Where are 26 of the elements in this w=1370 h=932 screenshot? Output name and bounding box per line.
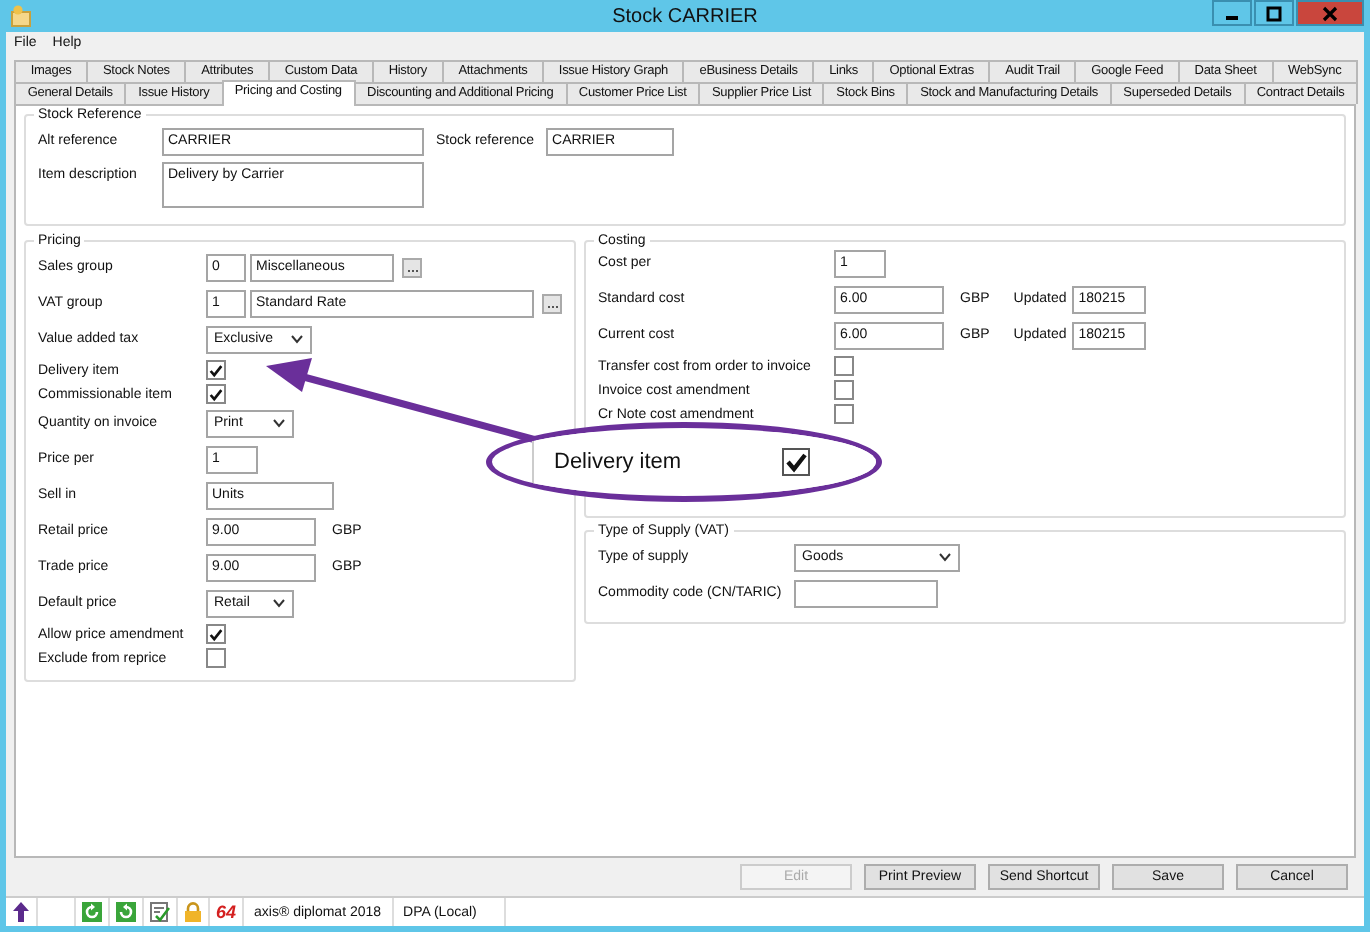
checkbox[interactable] bbox=[206, 624, 226, 644]
close-icon bbox=[1322, 5, 1338, 21]
browse-button[interactable] bbox=[402, 257, 422, 277]
checkbox[interactable] bbox=[206, 360, 226, 380]
maximize-button[interactable] bbox=[1254, 0, 1294, 26]
app-icon bbox=[10, 4, 34, 28]
chevron-down-icon bbox=[289, 334, 304, 344]
callout-label: Delivery item bbox=[554, 450, 682, 474]
chevron-down-icon bbox=[272, 418, 286, 428]
chevron-down-icon bbox=[272, 598, 286, 608]
minimize-button[interactable] bbox=[1212, 0, 1252, 26]
badge-text: 64 bbox=[210, 898, 245, 926]
close-button[interactable] bbox=[1296, 0, 1364, 26]
up-arrow-icon bbox=[12, 902, 30, 922]
input-field[interactable] bbox=[794, 579, 938, 607]
browse-button[interactable] bbox=[542, 293, 562, 313]
padlock-icon bbox=[184, 902, 202, 922]
maximize-icon bbox=[1266, 5, 1282, 21]
checkbox[interactable] bbox=[834, 404, 854, 424]
chevron-down-icon bbox=[938, 552, 952, 562]
checkbox[interactable] bbox=[206, 648, 226, 668]
checkbox[interactable] bbox=[781, 448, 810, 476]
checkbox[interactable] bbox=[834, 356, 854, 376]
window-title: Stock CARRIER bbox=[610, 6, 760, 28]
checkbox[interactable] bbox=[206, 384, 226, 404]
checkbox[interactable] bbox=[834, 380, 854, 400]
